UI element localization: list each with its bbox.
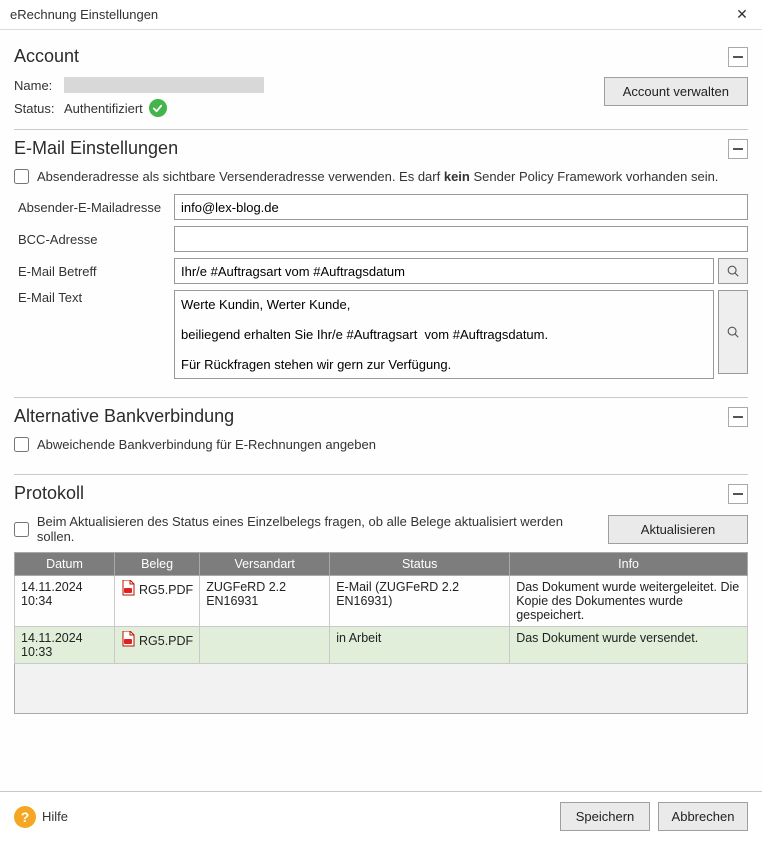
search-icon — [726, 264, 740, 278]
protokoll-ask-checkbox[interactable] — [14, 522, 29, 537]
subject-row: E-Mail Betreff — [14, 258, 748, 284]
cell-beleg: RG5.PDF — [115, 576, 200, 627]
bcc-label: BCC-Adresse — [14, 232, 174, 247]
section-protokoll: Protokoll Beim Aktualisieren des Status … — [14, 483, 748, 726]
email-heading: E-Mail Einstellungen — [14, 138, 178, 159]
table-row[interactable]: 14.11.2024 10:33RG5.PDF in ArbeitDas Doku… — [15, 627, 748, 664]
close-button[interactable]: ✕ — [722, 0, 762, 30]
section-email: E-Mail Einstellungen Absenderadresse als… — [14, 138, 748, 398]
table-header-row: Datum Beleg Versandart Status Info — [15, 553, 748, 576]
section-header-account: Account — [14, 46, 748, 67]
sender-visible-label: Absenderadresse als sichtbare Versendera… — [37, 169, 718, 184]
cell-info: Das Dokument wurde weitergeleitet. Die K… — [510, 576, 748, 627]
cell-beleg: RG5.PDF — [115, 627, 200, 664]
titlebar: eRechnung Einstellungen ✕ — [0, 0, 762, 30]
cell-info: Das Dokument wurde versendet. — [510, 627, 748, 664]
window-title: eRechnung Einstellungen — [10, 7, 158, 22]
bcc-row: BCC-Adresse — [14, 226, 748, 252]
subject-lookup-button[interactable] — [718, 258, 748, 284]
protokoll-heading: Protokoll — [14, 483, 84, 504]
protokoll-top: Beim Aktualisieren des Status eines Einz… — [14, 514, 748, 544]
help-icon: ? — [14, 806, 36, 828]
protokoll-table: Datum Beleg Versandart Status Info 14.11… — [14, 552, 748, 664]
col-versandart[interactable]: Versandart — [200, 553, 330, 576]
cell-datum: 14.11.2024 10:33 — [15, 627, 115, 664]
sender-visible-checkbox-row[interactable]: Absenderadresse als sichtbare Versendera… — [14, 169, 748, 184]
section-header-altbank: Alternative Bankverbindung — [14, 406, 748, 427]
close-icon: ✕ — [736, 6, 748, 23]
cell-status: E-Mail (ZUGFeRD 2.2 EN16931) — [330, 576, 510, 627]
collapse-altbank-button[interactable] — [728, 407, 748, 427]
collapse-account-button[interactable] — [728, 47, 748, 67]
cancel-button[interactable]: Abbrechen — [658, 802, 748, 831]
col-info[interactable]: Info — [510, 553, 748, 576]
save-button[interactable]: Speichern — [560, 802, 650, 831]
bcc-input[interactable] — [174, 226, 748, 252]
altbank-checkbox-row[interactable]: Abweichende Bankverbindung für E-Rechnun… — [14, 437, 748, 452]
altbank-checkbox-label: Abweichende Bankverbindung für E-Rechnun… — [37, 437, 376, 452]
body: Account Name: Status: Authentifiziert — [0, 30, 762, 791]
account-status-label: Status: — [14, 101, 64, 116]
section-header-email: E-Mail Einstellungen — [14, 138, 748, 159]
subject-label: E-Mail Betreff — [14, 264, 174, 279]
col-beleg[interactable]: Beleg — [115, 553, 200, 576]
section-altbank: Alternative Bankverbindung Abweichende B… — [14, 406, 748, 475]
from-input[interactable] — [174, 194, 748, 220]
account-heading: Account — [14, 46, 79, 67]
cell-status: in Arbeit — [330, 627, 510, 664]
protokoll-ask-checkbox-row[interactable]: Beim Aktualisieren des Status eines Einz… — [14, 514, 598, 544]
search-icon — [726, 325, 740, 339]
account-name-row: Name: — [14, 77, 604, 93]
from-label: Absender-E-Mailadresse — [14, 200, 174, 215]
cell-versandart — [200, 627, 330, 664]
footer: ? Hilfe Speichern Abbrechen — [0, 791, 762, 841]
collapse-protokoll-button[interactable] — [728, 484, 748, 504]
protokoll-ask-label: Beim Aktualisieren des Status eines Einz… — [37, 514, 598, 544]
section-header-protokoll: Protokoll — [14, 483, 748, 504]
check-icon — [149, 99, 167, 117]
cell-datum: 14.11.2024 10:34 — [15, 576, 115, 627]
from-row: Absender-E-Mailadresse — [14, 194, 748, 220]
text-input[interactable]: Werte Kundin, Werter Kunde, beiliegend e… — [174, 290, 714, 379]
collapse-email-button[interactable] — [728, 139, 748, 159]
table-row[interactable]: 14.11.2024 10:34RG5.PDFZUGFeRD 2.2 EN169… — [15, 576, 748, 627]
col-datum[interactable]: Datum — [15, 553, 115, 576]
cell-versandart: ZUGFeRD 2.2 EN16931 — [200, 576, 330, 627]
subject-input[interactable] — [174, 258, 714, 284]
manage-account-button[interactable]: Account verwalten — [604, 77, 748, 106]
account-status-value: Authentifiziert — [64, 101, 143, 116]
table-empty-area — [14, 664, 748, 714]
section-account: Account Name: Status: Authentifiziert — [14, 46, 748, 130]
text-row: E-Mail Text Werte Kundin, Werter Kunde, … — [14, 290, 748, 379]
altbank-checkbox[interactable] — [14, 437, 29, 452]
account-name-label: Name: — [14, 78, 64, 93]
help-link[interactable]: ? Hilfe — [14, 806, 68, 828]
sender-visible-checkbox[interactable] — [14, 169, 29, 184]
account-name-value-redacted — [64, 77, 264, 93]
text-label: E-Mail Text — [14, 290, 174, 305]
refresh-button[interactable]: Aktualisieren — [608, 515, 748, 544]
pdf-icon — [121, 580, 135, 599]
window: eRechnung Einstellungen ✕ Account Name: … — [0, 0, 762, 841]
pdf-icon — [121, 631, 135, 650]
altbank-heading: Alternative Bankverbindung — [14, 406, 234, 427]
help-label: Hilfe — [42, 809, 68, 824]
col-status[interactable]: Status — [330, 553, 510, 576]
account-status-row: Status: Authentifiziert — [14, 99, 604, 117]
text-lookup-button[interactable] — [718, 290, 748, 374]
